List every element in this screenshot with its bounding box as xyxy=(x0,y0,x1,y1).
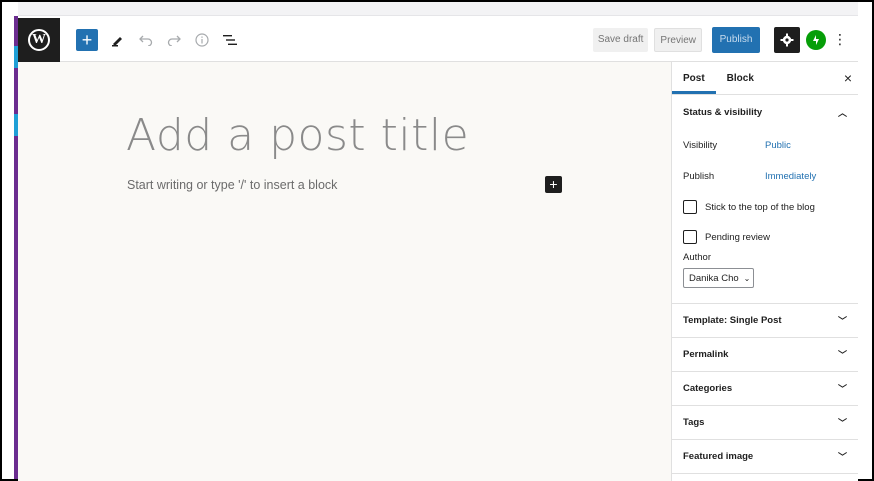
panel-title: Template: Single Post xyxy=(683,315,782,326)
inline-inserter-button[interactable]: + xyxy=(545,176,562,193)
sticky-checkbox-row: Stick to the top of the blog xyxy=(683,200,847,214)
redo-icon[interactable] xyxy=(166,32,182,48)
author-label: Author xyxy=(683,252,711,263)
more-options-icon[interactable]: ⋮ xyxy=(832,29,848,51)
publish-date-link[interactable]: Immediately xyxy=(765,171,816,182)
post-title-input[interactable]: Add a post title xyxy=(126,110,469,161)
sticky-label: Stick to the top of the blog xyxy=(705,201,815,213)
chevron-down-icon: ﹀ xyxy=(837,452,847,462)
permalink-panel[interactable]: Permalink ﹀ xyxy=(672,338,858,372)
panel-title: Tags xyxy=(683,417,705,428)
gear-icon xyxy=(780,33,794,46)
pending-label: Pending review xyxy=(705,231,770,243)
template-panel[interactable]: Template: Single Post ﹀ xyxy=(672,304,858,338)
sticky-checkbox[interactable] xyxy=(683,200,697,214)
close-icon[interactable]: × xyxy=(844,70,852,86)
settings-sidebar: Post Block × Status & visibility ︿ Visib… xyxy=(671,62,858,481)
chevron-down-icon: ﹀ xyxy=(837,384,847,394)
publish-label: Publish xyxy=(683,170,715,182)
tab-post[interactable]: Post xyxy=(672,62,716,94)
chevron-down-icon: ﹀ xyxy=(837,316,847,326)
chevron-down-icon: ﹀ xyxy=(837,418,847,428)
jetpack-icon[interactable] xyxy=(806,29,826,50)
pending-checkbox-row: Pending review xyxy=(683,230,847,244)
visibility-label: Visibility xyxy=(683,139,718,151)
block-inserter-button[interactable]: + xyxy=(76,28,98,51)
list-view-icon[interactable] xyxy=(222,32,238,48)
wordpress-logo-button[interactable]: W xyxy=(18,17,60,62)
pending-review-checkbox[interactable] xyxy=(683,230,697,244)
tags-panel[interactable]: Tags ﹀ xyxy=(672,406,858,440)
publish-button[interactable]: Publish xyxy=(712,26,760,53)
editor-canvas: Add a post title Start writing or type '… xyxy=(18,62,671,481)
featured-image-panel[interactable]: Featured image ﹀ xyxy=(672,440,858,474)
publish-row: Publish Immediately xyxy=(683,168,847,184)
undo-icon[interactable] xyxy=(138,32,154,48)
preview-button[interactable]: Preview xyxy=(654,27,702,52)
tab-block[interactable]: Block xyxy=(716,62,765,94)
save-draft-button[interactable]: Save draft xyxy=(592,27,649,52)
visibility-row: Visibility Public xyxy=(683,137,847,153)
panel-title: Featured image xyxy=(683,451,754,462)
sidebar-tabs: Post Block × xyxy=(672,62,858,95)
chevron-down-icon: ⌄ xyxy=(743,273,751,283)
settings-gear-button[interactable] xyxy=(774,26,800,53)
author-value: Danika Cho xyxy=(689,272,739,284)
status-visibility-header[interactable]: Status & visibility ︿ xyxy=(683,95,847,129)
author-select[interactable]: Danika Cho ⌄ xyxy=(683,268,754,288)
editor-header: W + Save draft Preview Publish ⋮ xyxy=(18,17,858,62)
status-visibility-panel: Status & visibility ︿ Visibility Public … xyxy=(672,95,858,304)
chevron-up-icon: ︿ xyxy=(837,107,847,118)
browser-tab-strip xyxy=(18,2,858,16)
panel-title: Status & visibility xyxy=(683,106,763,118)
wordpress-logo-icon: W xyxy=(28,28,50,51)
header-toolbar: + xyxy=(76,28,238,51)
categories-panel[interactable]: Categories ﹀ xyxy=(672,372,858,406)
edit-tool-icon[interactable] xyxy=(110,32,126,48)
header-actions: Save draft Preview Publish ⋮ xyxy=(592,26,848,53)
visibility-value-link[interactable]: Public xyxy=(765,140,791,151)
chevron-down-icon: ﹀ xyxy=(837,350,847,360)
paragraph-block-placeholder[interactable]: Start writing or type '/' to insert a bl… xyxy=(127,178,337,192)
panel-title: Permalink xyxy=(683,349,729,360)
panel-title: Categories xyxy=(683,383,733,394)
info-icon[interactable] xyxy=(194,32,210,48)
